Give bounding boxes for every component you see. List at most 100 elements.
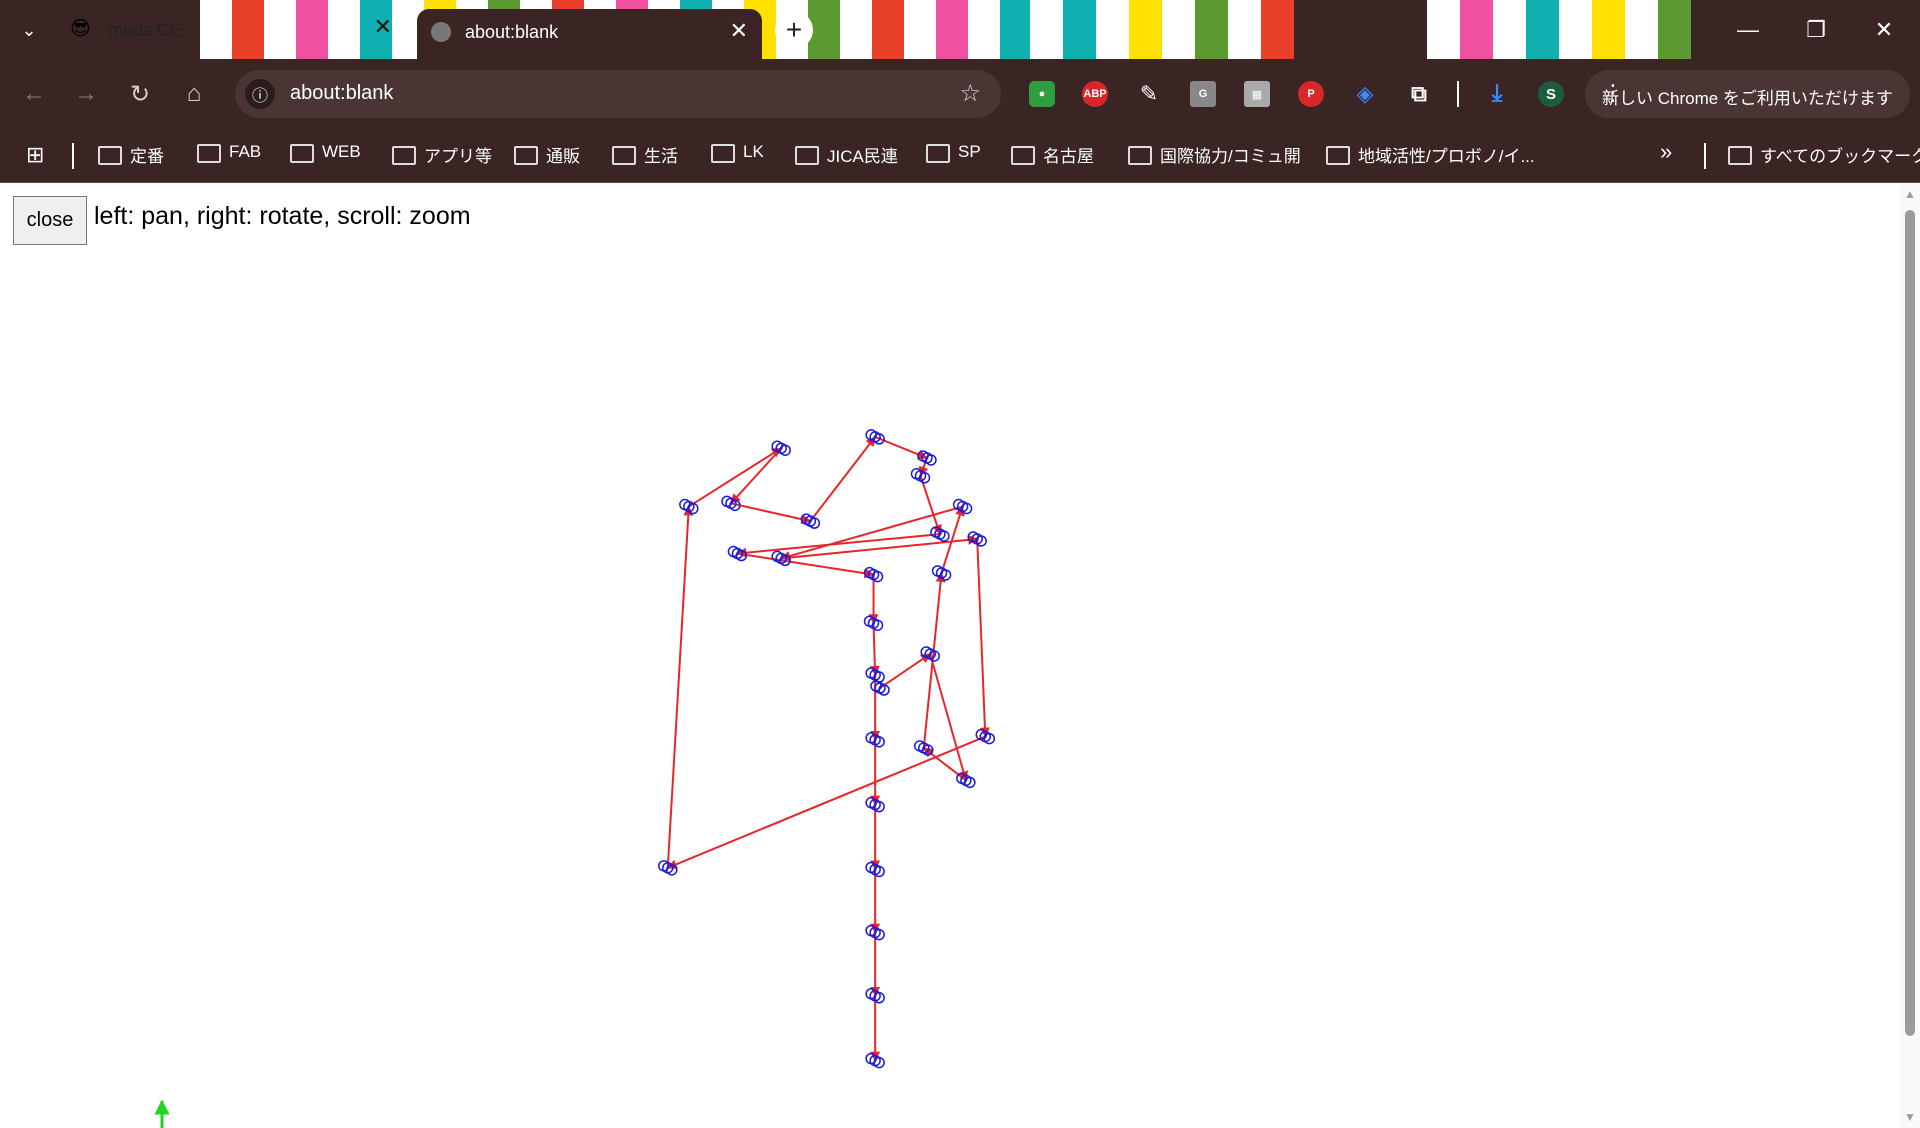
bookmark-folder[interactable]: JICA民連 (795, 142, 898, 167)
toolpath-segment (869, 623, 880, 677)
bookmark-folder[interactable]: LK (711, 142, 764, 163)
bookmark-label: 定番 (130, 147, 164, 166)
google-translate-icon[interactable]: G (1190, 81, 1216, 107)
bookmark-folder[interactable]: 名古屋 (1011, 142, 1094, 167)
folder-icon (1728, 146, 1752, 165)
tab-title: about:blank (465, 22, 559, 42)
toolpath-view[interactable] (0, 183, 1900, 1128)
theme-stripe (936, 0, 968, 59)
theme-stripe (1526, 0, 1559, 59)
folder-icon (1128, 146, 1152, 165)
address-url[interactable]: about:blank (290, 82, 393, 105)
tab-mods-ce[interactable]: 😎 mods CE ✕ (60, 0, 400, 59)
download-icon[interactable]: ⤓ (1484, 80, 1510, 107)
bookmark-label: JICA民連 (827, 147, 898, 166)
bookmark-folder[interactable]: 定番 (98, 142, 164, 167)
bookmark-folder[interactable]: SP (926, 142, 981, 163)
color-icon[interactable]: ▦ (1244, 81, 1270, 107)
chevron-down-icon: ⌄ (21, 19, 37, 40)
bookmark-star-icon[interactable]: ☆ (959, 79, 981, 108)
close-tab-icon[interactable]: ✕ (730, 18, 748, 44)
scroll-down-icon[interactable]: ▼ (1904, 1110, 1916, 1124)
profile-avatar[interactable]: S (1538, 81, 1564, 107)
restore-button[interactable]: ❐ (1782, 0, 1850, 59)
evernote-icon[interactable]: ● (1029, 81, 1055, 107)
folder-icon (711, 143, 735, 163)
scrollbar-thumb[interactable] (1905, 210, 1915, 1036)
menu-dots-icon[interactable]: ⋮ (1602, 80, 1896, 106)
new-tab-button[interactable]: + (775, 11, 813, 49)
bookmarks-more-icon[interactable]: » (1660, 139, 1672, 165)
theme-stripe (1030, 0, 1063, 59)
tab-about-blank[interactable]: about:blank ✕ (417, 9, 762, 59)
eyedropper-icon[interactable]: ✎ (1136, 81, 1162, 107)
toolpath-segment (919, 475, 942, 536)
close-tab-icon[interactable]: ✕ (374, 14, 392, 40)
toolpath-segment (736, 533, 941, 558)
bookmark-folder[interactable]: アプリ等 (392, 142, 492, 167)
folder-icon (1326, 146, 1350, 165)
scroll-up-icon[interactable]: ▲ (1904, 187, 1916, 201)
minimize-button[interactable]: — (1714, 0, 1782, 59)
folder-icon (1011, 146, 1035, 165)
chrome-update-promo[interactable]: 新しい Chrome をご利用いただけます ⋮ (1585, 70, 1910, 118)
abp-icon[interactable]: ABP (1082, 81, 1108, 107)
folder-icon (290, 143, 314, 163)
theme-stripe (904, 0, 936, 59)
bookmark-folder[interactable]: 通販 (514, 142, 580, 167)
bookmark-folder[interactable]: FAB (197, 142, 262, 163)
theme-stripe (1228, 0, 1261, 59)
bookmark-folder[interactable]: WEB (290, 142, 361, 163)
theme-stripe (840, 0, 872, 59)
apps-grid-icon[interactable]: ⊞ (26, 142, 44, 168)
bookmark-label: SP (958, 142, 981, 161)
theme-stripe (1063, 0, 1096, 59)
toolpath-segment (809, 436, 876, 522)
theme-stripe (1625, 0, 1658, 59)
tab-search-button[interactable]: ⌄ (8, 9, 50, 51)
theme-stripe (1162, 0, 1195, 59)
theme-stripe (1000, 0, 1032, 59)
bookmark-label: FAB (229, 142, 262, 161)
theme-stripe (968, 0, 1000, 59)
back-arrow-icon[interactable]: ← (14, 74, 54, 114)
folder-icon (392, 146, 416, 165)
bookmark-folder[interactable]: 生活 (612, 142, 678, 167)
theme-stripe (1559, 0, 1592, 59)
folder-icon (197, 143, 221, 163)
theme-stripe (1592, 0, 1625, 59)
theme-stripe (872, 0, 904, 59)
toolpath-points (658, 429, 996, 1069)
folder-icon (514, 146, 538, 165)
vertical-scrollbar[interactable]: ▲ ▼ (1900, 183, 1920, 1128)
puzzle-icon[interactable]: ⧉ (1406, 81, 1432, 107)
address-bar[interactable]: ⓘ about:blank ☆ (235, 70, 1001, 118)
home-icon[interactable]: ⌂ (174, 74, 214, 114)
theme-stripe (1195, 0, 1228, 59)
bookmark-label: アプリ等 (424, 147, 492, 166)
folder-icon (612, 146, 636, 165)
window-close-button[interactable]: ✕ (1850, 0, 1918, 59)
bookmark-label: 生活 (644, 147, 678, 166)
folder-icon (98, 146, 122, 165)
pinterest-icon[interactable]: P (1298, 81, 1324, 107)
theme-stripe (1427, 0, 1460, 59)
tab-strip: ⌄ 😎 mods CE ✕ about:blank ✕ + — ❐ ✕ (0, 0, 1920, 59)
bookmark-folder[interactable]: 地域活性/プロボノ/イ... (1326, 142, 1535, 167)
tag-icon[interactable]: ◈ (1352, 81, 1378, 107)
bookmark-label: 地域活性/プロボノ/イ... (1358, 147, 1535, 166)
all-bookmarks-label: すべてのブックマーク (1760, 147, 1920, 166)
theme-stripe (1096, 0, 1129, 59)
reload-icon[interactable]: ↻ (120, 74, 160, 114)
site-info-icon[interactable]: ⓘ (245, 79, 275, 109)
forward-arrow-icon[interactable]: → (66, 74, 106, 114)
bookmark-divider (72, 143, 74, 169)
toolpath-segment (879, 653, 932, 689)
bookmark-label: WEB (322, 142, 361, 161)
theme-stripe (1493, 0, 1526, 59)
toolpath-segment (929, 653, 969, 782)
bookmark-folder[interactable]: 国際協力/コミュ開 (1128, 142, 1301, 167)
theme-stripe (1460, 0, 1493, 59)
bookmark-label: LK (743, 142, 764, 161)
all-bookmarks-folder[interactable]: すべてのブックマーク (1728, 142, 1920, 167)
